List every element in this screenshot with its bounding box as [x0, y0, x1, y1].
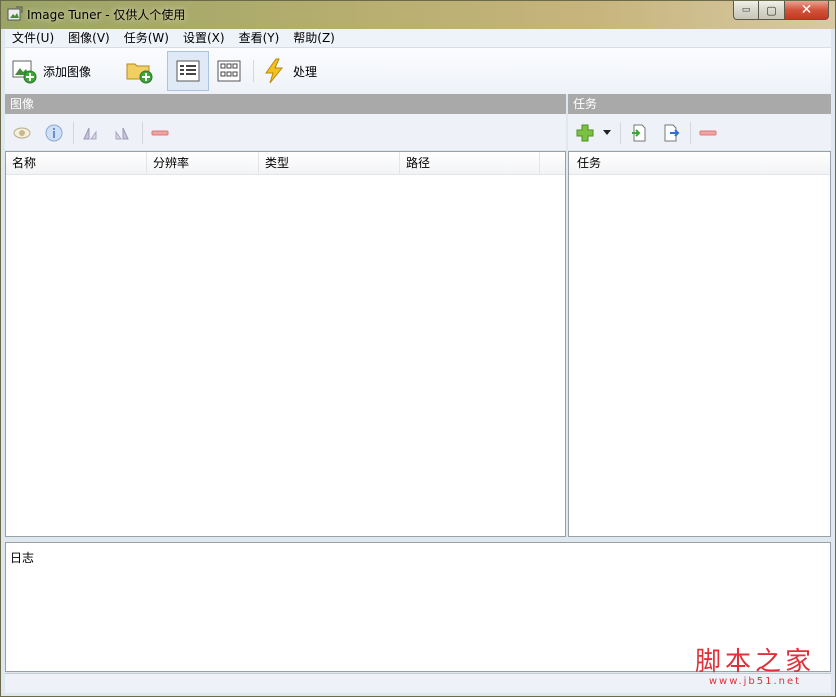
- add-images-button[interactable]: 添加图像: [11, 53, 91, 89]
- close-icon: ✕: [800, 2, 813, 18]
- maximize-icon: ▢: [766, 3, 777, 17]
- menu-settings[interactable]: 设置(X): [176, 29, 232, 48]
- tasks-panel-header: 任务: [568, 94, 831, 114]
- images-list-header: 名称 分辨率 类型 路径: [6, 152, 565, 175]
- minimize-icon: ▭: [741, 5, 751, 15]
- window-title: Image Tuner - 仅供人个使用: [27, 8, 186, 22]
- details-view-icon: [176, 60, 200, 82]
- app-icon: [7, 6, 23, 21]
- title-bar: Image Tuner - 仅供人个使用 ▭ ▢ ✕: [1, 1, 835, 29]
- remove-icon[interactable]: [151, 124, 169, 142]
- rotate-left-icon[interactable]: [81, 124, 99, 142]
- tasks-list[interactable]: 任务: [568, 151, 831, 537]
- close-button[interactable]: ✕: [785, 1, 829, 20]
- watermark-text: 脚本之家: [694, 647, 815, 677]
- watermark-url: www.jb51.net: [708, 676, 802, 687]
- separator: [142, 122, 143, 144]
- images-panel-header: 图像: [5, 94, 566, 114]
- tasks-list-header: 任务: [569, 152, 830, 175]
- lightning-icon: [265, 58, 284, 84]
- column-name[interactable]: 名称: [6, 152, 147, 175]
- rotate-right-icon[interactable]: [113, 124, 131, 142]
- separator: [620, 122, 621, 144]
- add-images-label: 添加图像: [43, 64, 92, 79]
- process-label: 处理: [293, 64, 318, 79]
- eye-icon[interactable]: [13, 124, 31, 142]
- images-toolbar: [5, 114, 566, 150]
- menu-image[interactable]: 图像(V): [61, 29, 117, 48]
- tasks-toolbar: [568, 114, 831, 150]
- images-list[interactable]: 名称 分辨率 类型 路径: [5, 151, 566, 537]
- maximize-button[interactable]: ▢: [759, 1, 785, 20]
- dropdown-arrow-icon[interactable]: [602, 127, 612, 137]
- column-path[interactable]: 路径: [400, 152, 540, 175]
- add-task-icon[interactable]: [576, 124, 594, 142]
- toolbar-separator: [253, 60, 254, 82]
- log-label: 日志: [10, 551, 35, 565]
- separator: [690, 122, 691, 144]
- menu-bar: 文件(U) 图像(V) 任务(W) 设置(X) 查看(Y) 帮助(Z): [5, 29, 831, 48]
- menu-view[interactable]: 查看(Y): [232, 29, 287, 48]
- folder-add-icon: [126, 63, 153, 84]
- process-button[interactable]: 处理: [261, 53, 317, 89]
- main-toolbar: 添加图像 处理: [5, 48, 831, 94]
- menu-task[interactable]: 任务(W): [117, 29, 176, 48]
- remove-task-icon[interactable]: [699, 124, 717, 142]
- thumbnails-view-button[interactable]: [215, 53, 243, 89]
- export-task-icon[interactable]: [662, 124, 680, 142]
- separator: [73, 122, 74, 144]
- thumbnails-view-icon: [217, 60, 241, 82]
- minimize-button[interactable]: ▭: [733, 1, 759, 20]
- column-type[interactable]: 类型: [259, 152, 400, 175]
- add-folder-button[interactable]: [125, 53, 153, 89]
- app-window: Image Tuner - 仅供人个使用 ▭ ▢ ✕ 文件(U) 图像(V) 任…: [0, 0, 836, 697]
- menu-file[interactable]: 文件(U): [5, 29, 61, 48]
- column-resolution[interactable]: 分辨率: [147, 152, 259, 175]
- column-task[interactable]: 任务: [569, 152, 830, 175]
- details-view-button[interactable]: [167, 51, 209, 91]
- watermark: 脚本之家 www.jb51.net: [695, 641, 815, 687]
- add-image-icon: [12, 60, 37, 84]
- menu-help[interactable]: 帮助(Z): [286, 29, 342, 48]
- info-icon[interactable]: [45, 124, 63, 142]
- import-task-icon[interactable]: [630, 124, 648, 142]
